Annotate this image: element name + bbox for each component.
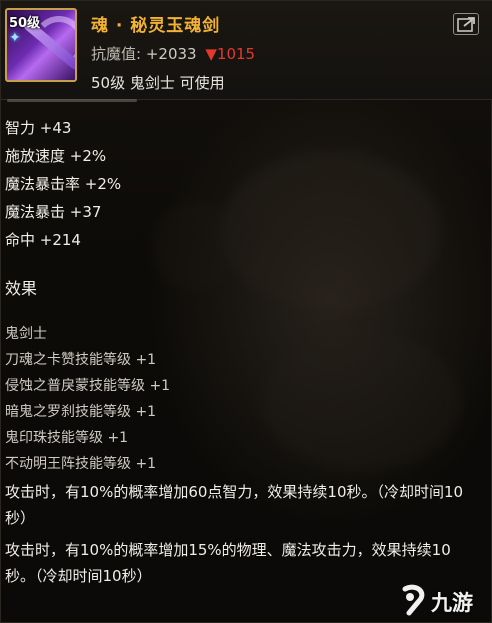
effect-line: 不动明王阵技能等级 +1 (5, 456, 157, 472)
stat-line: 命中 +214 (5, 231, 81, 249)
share-button[interactable] (453, 13, 479, 35)
background-art (151, 201, 241, 291)
effect-description: 攻击时，有10%的概率增加60点智力，效果持续10秒。（冷却时间10秒） (5, 483, 464, 527)
resist-drop-value: 1015 (216, 45, 256, 63)
level-badge: 50级 (9, 16, 41, 31)
effect-line: 刀魂之卡赞技能等级 +1 (5, 352, 157, 368)
stat-line: 施放速度 +2% (5, 147, 107, 165)
tooltip-panel: 50级 ✦ 魂 · 秘灵玉魂剑 抗魔值: +2033 ▼1015 50级 鬼剑士… (0, 0, 492, 623)
stat-line: 魔法暴击率 +2% (5, 175, 122, 193)
watermark: 九游 (397, 581, 491, 621)
resist-label: 抗魔值: (91, 45, 142, 63)
down-arrow-icon: ▼ (205, 45, 217, 63)
share-icon (457, 17, 475, 32)
effect-line: 侵蚀之普戾蒙技能等级 +1 (5, 378, 171, 394)
requirement-text: 50级 鬼剑士 可使用 (91, 74, 225, 92)
item-icon: 50级 ✦ (5, 8, 77, 82)
resist-drop: ▼1015 (205, 45, 255, 63)
effect-line: 鬼剑士 (5, 326, 47, 342)
star-icon: ✦ (9, 30, 21, 46)
item-name: 魂 · 秘灵玉魂剑 (91, 16, 221, 36)
item-header: 50级 ✦ 魂 · 秘灵玉魂剑 抗魔值: +2033 ▼1015 50级 鬼剑士… (1, 1, 492, 100)
watermark-text: 九游 (431, 591, 473, 615)
jiuyou-logo-icon (402, 584, 425, 616)
background-art (261, 331, 461, 471)
effect-line: 暗鬼之罗刹技能等级 +1 (5, 404, 157, 420)
clipped-stat-line (7, 95, 157, 103)
stat-line: 智力 +43 (5, 119, 72, 137)
resist-row: 抗魔值: +2033 ▼1015 (91, 43, 255, 64)
effects-title: 效果 (5, 279, 38, 298)
stat-line: 魔法暴击 +37 (5, 203, 102, 221)
background-art (221, 151, 441, 311)
resist-value: +2033 (145, 45, 197, 63)
effect-line: 鬼印珠技能等级 +1 (5, 430, 129, 446)
